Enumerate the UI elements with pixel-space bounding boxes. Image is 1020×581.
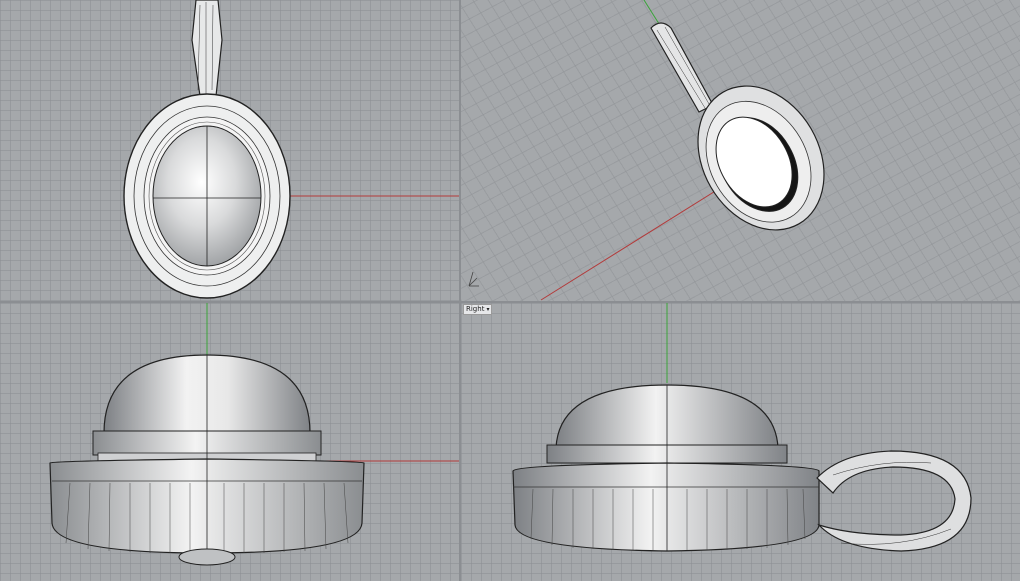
front-view-canvas[interactable] — [0, 303, 459, 581]
viewport-tab-right[interactable]: Right ▾ — [463, 304, 493, 315]
viewport-top[interactable] — [0, 0, 459, 301]
viewport-tab-label: Right — [466, 305, 485, 313]
bail-stub-front — [178, 548, 236, 566]
pendant-bail-perspective — [650, 22, 714, 113]
x-axis-line — [540, 174, 742, 301]
pendant-bail-top — [191, 0, 223, 97]
pendant-bail-right — [816, 450, 972, 552]
top-view-canvas[interactable] — [0, 0, 459, 301]
axis-gizmo-icon — [468, 271, 479, 287]
chevron-down-icon[interactable]: ▾ — [486, 305, 489, 314]
viewport-perspective[interactable] — [461, 0, 1020, 301]
viewport-front[interactable] — [0, 303, 459, 581]
perspective-view-canvas[interactable] — [461, 0, 1020, 301]
viewport-right[interactable] — [461, 303, 1020, 581]
pendant-base-right — [512, 462, 820, 552]
right-view-canvas[interactable] — [461, 303, 1020, 581]
